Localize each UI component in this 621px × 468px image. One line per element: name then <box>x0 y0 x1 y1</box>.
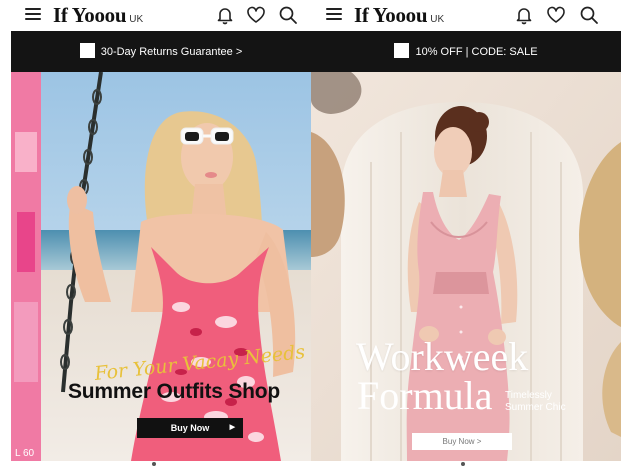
carousel-dots[interactable] <box>150 453 166 466</box>
buy-now-button[interactable]: Buy Now > <box>412 433 512 450</box>
promo-text: 30-Day Returns Guarantee > <box>100 46 243 58</box>
promo-bar[interactable]: 10% OFF | CODE: SALE <box>311 31 621 72</box>
tagline-line1: Timelessly <box>505 390 552 401</box>
screen-left: If Yooou UK 30-Day Returns Guarantee > L… <box>0 0 311 468</box>
menu-icon[interactable] <box>326 7 342 21</box>
checkbox-icon <box>394 43 410 58</box>
bell-icon[interactable] <box>215 5 235 25</box>
search-icon[interactable] <box>278 5 298 25</box>
buy-now-button[interactable]: Buy Now ▶ <box>137 418 243 438</box>
tagline-line2: Summer Chic <box>505 402 566 413</box>
banner-headline-line2: Formula <box>357 373 493 418</box>
search-icon[interactable] <box>579 5 599 25</box>
carousel-dots[interactable] <box>451 453 475 466</box>
carousel-dot[interactable] <box>461 462 465 466</box>
bell-icon[interactable] <box>514 5 534 25</box>
app-header: If Yooou UK <box>0 0 311 31</box>
carousel-dot[interactable] <box>152 462 156 466</box>
region-label: UK <box>129 14 144 25</box>
app-header: If Yooou UK <box>311 0 621 31</box>
screen-right: If Yooou UK 10% OFF | CODE: SALE Workwee… <box>311 0 621 468</box>
carousel-dot[interactable] <box>453 462 457 466</box>
promo-bar[interactable]: 30-Day Returns Guarantee > <box>11 31 311 72</box>
carousel-dot[interactable] <box>160 462 164 466</box>
menu-icon[interactable] <box>25 7 41 21</box>
heart-icon[interactable] <box>546 5 566 25</box>
banner-headline: Summer Outfits Shop <box>68 380 281 403</box>
promo-text: 10% OFF | CODE: SALE <box>415 46 538 58</box>
carousel-dot[interactable] <box>469 462 473 466</box>
checkbox-icon <box>79 43 95 58</box>
corner-label: L 60 <box>15 448 35 459</box>
play-arrow-icon: ▶ <box>229 424 235 431</box>
buy-now-label: Buy Now <box>170 423 210 433</box>
banner-tagline: Timelessly Summer Chic <box>505 390 566 414</box>
region-label: UK <box>430 14 445 25</box>
heart-icon[interactable] <box>246 5 266 25</box>
brand-name: If Yooou <box>354 3 428 27</box>
brand-logo[interactable]: If Yooou UK <box>53 3 143 27</box>
brand-name: If Yooou <box>53 3 127 27</box>
brand-logo[interactable]: If Yooou UK <box>354 3 444 27</box>
banner-headline-line1: Workweek <box>356 334 529 379</box>
